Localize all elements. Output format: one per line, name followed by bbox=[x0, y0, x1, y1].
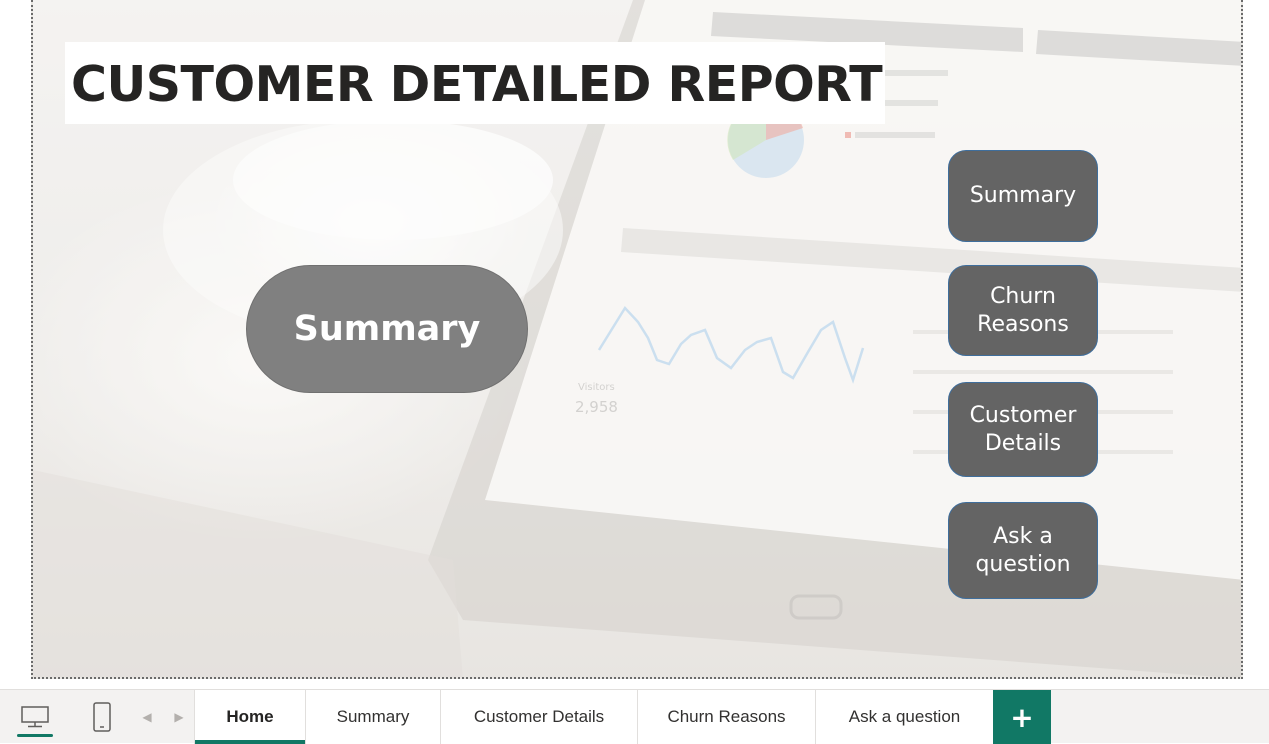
phone-icon bbox=[93, 701, 111, 732]
desktop-view-button[interactable] bbox=[14, 690, 56, 743]
report-canvas: Visitors 2,958 CUSTOMER DETAILED REPORT … bbox=[0, 0, 1269, 689]
nav-button-customer-details[interactable]: Customer Details bbox=[948, 382, 1098, 477]
nav-button-churn-reasons[interactable]: Churn Reasons bbox=[948, 265, 1098, 356]
nav-button-label: Ask a bbox=[993, 523, 1053, 549]
next-page-arrow-icon[interactable]: ▶ bbox=[170, 690, 188, 743]
nav-button-summary[interactable]: Summary bbox=[948, 150, 1098, 242]
title-box: CUSTOMER DETAILED REPORT bbox=[65, 42, 885, 124]
nav-button-label: question bbox=[975, 551, 1071, 577]
page-tab-bar: ◀ ▶ Home Summary Customer Details Churn … bbox=[0, 689, 1269, 744]
page-tabs: Home Summary Customer Details Churn Reas… bbox=[194, 690, 1051, 744]
summary-button-main[interactable]: Summary bbox=[246, 265, 528, 393]
tab-customer-details[interactable]: Customer Details bbox=[440, 690, 637, 744]
tab-ask-a-question[interactable]: Ask a question bbox=[815, 690, 993, 744]
add-page-button[interactable]: + bbox=[993, 690, 1051, 744]
tab-summary[interactable]: Summary bbox=[305, 690, 440, 744]
nav-button-label: Details bbox=[984, 430, 1062, 456]
nav-button-label: Customer bbox=[969, 402, 1077, 428]
nav-button-ask-a-question[interactable]: Ask a question bbox=[948, 502, 1098, 599]
tab-home[interactable]: Home bbox=[194, 690, 305, 744]
page-title: CUSTOMER DETAILED REPORT bbox=[71, 56, 883, 113]
report-page: Visitors 2,958 CUSTOMER DETAILED REPORT … bbox=[31, 0, 1243, 679]
nav-button-label: Churn bbox=[990, 283, 1056, 309]
tab-churn-reasons[interactable]: Churn Reasons bbox=[637, 690, 815, 744]
nav-button-label: Summary bbox=[969, 183, 1077, 208]
desktop-icon bbox=[21, 705, 49, 727]
nav-button-label: Reasons bbox=[977, 311, 1069, 337]
previous-page-arrow-icon[interactable]: ◀ bbox=[138, 690, 156, 743]
mobile-view-button[interactable] bbox=[86, 690, 118, 743]
